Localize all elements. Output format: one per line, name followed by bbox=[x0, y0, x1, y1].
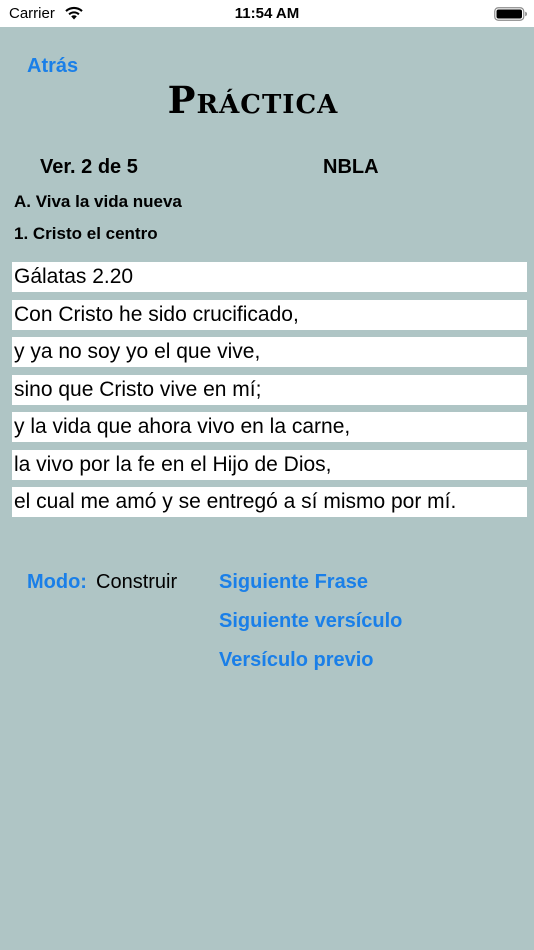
practice-screen: Atrás Práctica Ver. 2 de 5 NBLA A. Viva … bbox=[0, 27, 534, 950]
subsection-label: 1. Cristo el centro bbox=[14, 224, 158, 243]
version-label: Ver. 2 de 5 bbox=[40, 156, 138, 178]
mode-button[interactable]: Modo: bbox=[27, 571, 87, 594]
verse-line: y la vida que ahora vivo en la carne, bbox=[12, 412, 527, 442]
section-label: A. Viva la vida nueva bbox=[14, 192, 182, 211]
previous-verse-button[interactable]: Versículo previo bbox=[219, 649, 374, 672]
back-button[interactable]: Atrás bbox=[27, 55, 78, 78]
page-title: Práctica bbox=[167, 78, 339, 122]
mode-value: Construir bbox=[96, 571, 178, 593]
next-phrase-button[interactable]: Siguiente Frase bbox=[219, 571, 368, 594]
verse-line: el cual me amó y se entregó a sí mismo p… bbox=[12, 487, 527, 517]
verse-line: la vivo por la fe en el Hijo de Dios, bbox=[12, 449, 527, 480]
translation-label: NBLA bbox=[323, 156, 379, 178]
next-verse-button[interactable]: Siguiente versículo bbox=[219, 610, 402, 633]
verse-reference: Gálatas 2.20 bbox=[12, 262, 527, 292]
verse-line: Con Cristo he sido crucificado, bbox=[12, 299, 527, 330]
status-time: 11:54 AM bbox=[234, 5, 300, 22]
battery-icon bbox=[494, 7, 527, 21]
verse-line: y ya no soy yo el que vive, bbox=[12, 337, 527, 367]
verse-line: sino que Cristo vive en mí; bbox=[12, 374, 527, 405]
verse-lines: Gálatas 2.20 Con Cristo he sido crucific… bbox=[12, 262, 527, 525]
status-bar: Carrier 11:54 AM bbox=[0, 0, 534, 27]
